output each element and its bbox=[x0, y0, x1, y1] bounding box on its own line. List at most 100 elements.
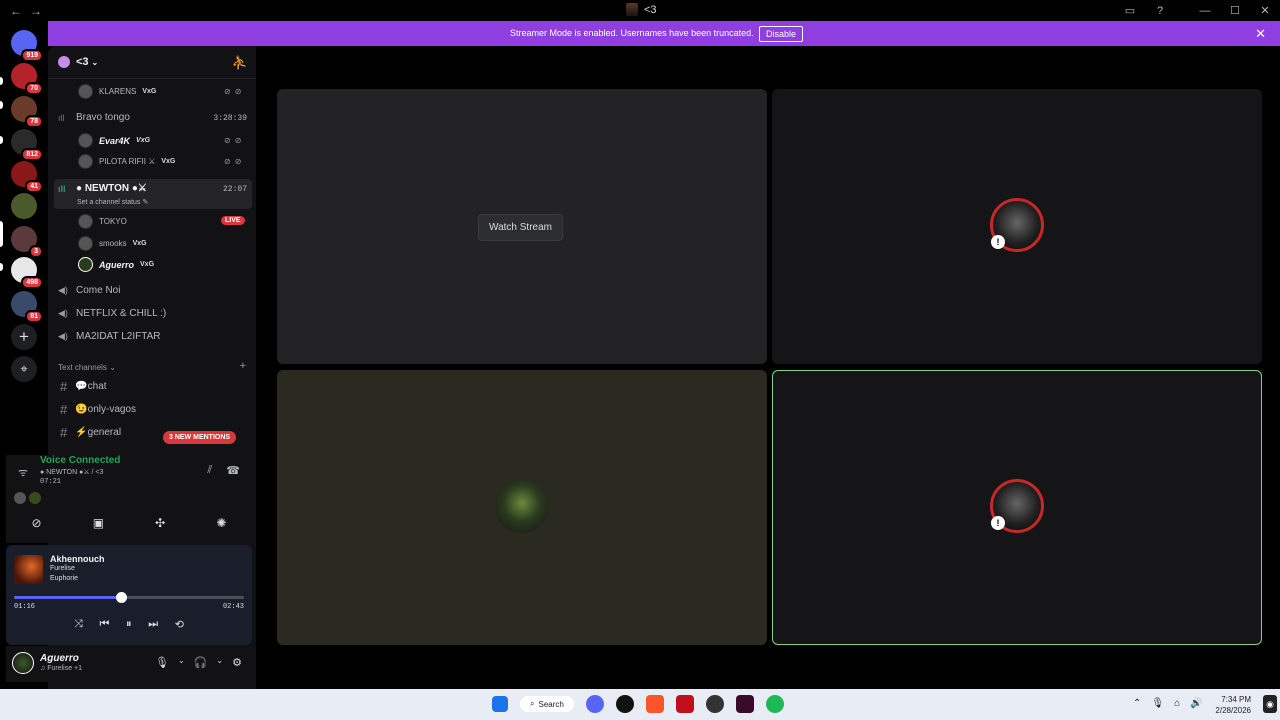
microphone-icon[interactable]: 🎙 bbox=[1151, 698, 1164, 709]
invite-people-icon[interactable]: ⛹ bbox=[232, 55, 248, 71]
server-2-icon[interactable]: 78 bbox=[11, 96, 43, 128]
pause-icon[interactable]: ⏸ bbox=[126, 618, 132, 631]
server-4-icon[interactable]: 41 bbox=[11, 161, 43, 193]
noise-suppression-icon[interactable]: ⫽ bbox=[207, 464, 212, 477]
inbox-icon[interactable]: ▭ bbox=[1115, 4, 1145, 17]
new-mentions-badge[interactable]: 3 NEW MENTIONS bbox=[163, 431, 237, 444]
help-icon[interactable]: ? bbox=[1145, 5, 1175, 17]
voice-member[interactable]: PILOTA RIFII ⚔ VxG ⊘⊘ bbox=[78, 154, 241, 169]
soundboard-icon[interactable]: ✺ bbox=[216, 516, 226, 530]
next-icon[interactable]: ⏭ bbox=[148, 618, 158, 631]
explore-compass-icon[interactable]: ⌖ bbox=[11, 356, 37, 382]
microphone-icon[interactable]: 🎙 bbox=[155, 656, 169, 669]
unread-pill bbox=[0, 77, 3, 85]
text-channel[interactable]: # 💬chat bbox=[60, 379, 107, 394]
windows-taskbar: ⌕ Search ⌃ 🎙 ⌂ 🔊 7:34 PM 2/28/2026 ◉ bbox=[0, 689, 1280, 720]
back-arrow-icon[interactable]: ← bbox=[10, 4, 22, 18]
chevron-down-icon[interactable]: ⌄ bbox=[216, 656, 223, 669]
voice-channel[interactable]: ◀) MA2IDAT L2IFTAR bbox=[58, 331, 160, 342]
banner-message: Streamer Mode is enabled. Usernames have… bbox=[510, 28, 754, 38]
previous-icon[interactable]: ⏮ bbox=[99, 618, 109, 631]
chevron-down-icon[interactable]: ⌄ bbox=[178, 656, 185, 669]
voice-member[interactable]: TOKYO bbox=[78, 214, 127, 229]
mention-badge: 81 bbox=[25, 310, 43, 323]
server-7-icon[interactable]: 498 bbox=[11, 257, 43, 289]
avatar bbox=[78, 154, 93, 169]
voice-channel-newton[interactable]: ıll ● NEWTON ●⚔ bbox=[58, 183, 147, 194]
username[interactable]: Aguerro bbox=[40, 653, 79, 664]
add-channel-icon[interactable]: + bbox=[240, 360, 246, 372]
minimize-button[interactable]: — bbox=[1190, 5, 1220, 17]
server-6-icon[interactable]: 3 bbox=[11, 226, 43, 258]
headphones-icon[interactable]: 🎧 bbox=[194, 656, 208, 669]
voice-channel[interactable]: ◀) NETFLIX & CHILL :) bbox=[58, 308, 166, 319]
text-channel[interactable]: # 😉only-vagos bbox=[60, 402, 136, 417]
add-server-button[interactable]: + bbox=[11, 324, 37, 350]
text-channels-header[interactable]: Text channels ⌄ bbox=[58, 363, 116, 372]
windows-start-icon[interactable] bbox=[492, 696, 508, 712]
server-1-icon[interactable]: 70 bbox=[11, 63, 43, 95]
server-5-icon[interactable] bbox=[11, 193, 37, 219]
watch-stream-button[interactable]: Watch Stream bbox=[478, 214, 563, 241]
participant-tile[interactable]: ! bbox=[772, 89, 1262, 364]
discord-app-icon[interactable] bbox=[585, 695, 604, 713]
channel-timer: 3:28:39 bbox=[213, 114, 247, 123]
voice-member[interactable]: smooks VxG bbox=[78, 236, 147, 251]
notification-icon[interactable]: ◉ bbox=[1263, 695, 1277, 713]
channel-status[interactable]: Set a channel status ✎ bbox=[77, 198, 148, 206]
chevron-up-icon[interactable]: ⌃ bbox=[1133, 698, 1141, 709]
activities-icon[interactable]: ✣ bbox=[155, 516, 165, 530]
network-icon[interactable]: ⌂ bbox=[1174, 698, 1180, 709]
discord-home-icon[interactable]: 919 bbox=[11, 30, 43, 62]
connection-signal-icon[interactable]: ᯤ bbox=[18, 465, 28, 480]
shuffle-icon[interactable]: ⤨ bbox=[74, 618, 83, 631]
chevron-down-icon: ⌄ bbox=[91, 57, 99, 67]
hash-icon: # bbox=[60, 425, 68, 440]
clock[interactable]: 7:34 PM 2/28/2026 bbox=[1213, 694, 1251, 716]
avatar bbox=[78, 257, 93, 272]
text-channel[interactable]: # ⚡general bbox=[60, 425, 121, 440]
close-icon[interactable]: ✕ bbox=[1255, 26, 1266, 42]
voice-member[interactable]: Aguerro VxG bbox=[78, 257, 154, 272]
voice-channel-path[interactable]: ● NEWTON ●⚔ / <3 bbox=[40, 468, 103, 476]
server-header[interactable]: <3 ⌄ ⛹ bbox=[48, 46, 256, 79]
participant-tile[interactable] bbox=[277, 370, 767, 645]
camera-off-icon[interactable]: ⊘ bbox=[32, 516, 42, 530]
progress-knob[interactable] bbox=[116, 592, 128, 603]
avatar[interactable] bbox=[12, 652, 34, 674]
voice-channel[interactable]: ◀) Come Noi bbox=[58, 285, 120, 296]
brave-app-icon[interactable] bbox=[645, 695, 664, 713]
voice-member[interactable]: Evar4K VxG ⊘⊘ bbox=[78, 133, 241, 148]
muted-deafened-icon: ⊘⊘ bbox=[224, 157, 246, 166]
app-icon[interactable] bbox=[735, 695, 754, 713]
close-button[interactable]: ✕ bbox=[1250, 4, 1280, 17]
share-screen-icon[interactable]: ▣ bbox=[93, 516, 104, 530]
server-8-icon[interactable]: 81 bbox=[11, 291, 43, 323]
forward-arrow-icon[interactable]: → bbox=[30, 4, 42, 18]
participant-tile-speaking[interactable]: ! bbox=[772, 370, 1262, 645]
unread-pill bbox=[0, 263, 3, 271]
adobe-app-icon[interactable] bbox=[675, 695, 694, 713]
avatar bbox=[14, 492, 26, 504]
ghub-app-icon[interactable] bbox=[615, 695, 634, 713]
window-titlebar: ← → <3 ▭ ? — ☐ ✕ bbox=[0, 0, 1280, 21]
search-box[interactable]: ⌕ Search bbox=[520, 696, 574, 712]
muted-icon: ! bbox=[991, 516, 1005, 530]
repeat-icon[interactable]: ⟲ bbox=[175, 618, 184, 631]
mention-badge: 919 bbox=[21, 49, 43, 62]
hash-icon: # bbox=[60, 402, 68, 417]
steam-app-icon[interactable] bbox=[705, 695, 724, 713]
settings-gear-icon[interactable]: ⚙ bbox=[232, 656, 242, 669]
stream-tile[interactable]: Watch Stream bbox=[277, 89, 767, 364]
voice-connected-label[interactable]: Voice Connected bbox=[40, 455, 120, 466]
progress-bar[interactable] bbox=[14, 596, 244, 599]
server-3-icon[interactable]: 812 bbox=[11, 129, 43, 161]
mention-badge: 78 bbox=[25, 115, 43, 128]
disable-button[interactable]: Disable bbox=[759, 26, 804, 42]
volume-icon[interactable]: 🔊 bbox=[1190, 698, 1202, 709]
disconnect-icon[interactable]: ☎ bbox=[226, 464, 240, 477]
maximize-button[interactable]: ☐ bbox=[1220, 4, 1250, 17]
spotify-app-icon[interactable] bbox=[765, 695, 784, 713]
voice-channel-bravo-tongo[interactable]: ıll Bravo tongo bbox=[58, 112, 130, 123]
voice-member[interactable]: KLARENS VxG ⊘⊘ bbox=[78, 84, 241, 99]
